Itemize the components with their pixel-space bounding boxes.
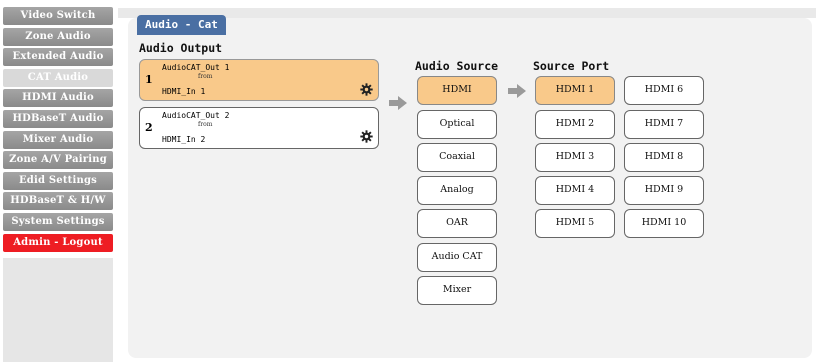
- sidebar-item-hdbaset-hw[interactable]: HDBaseT & H/W: [3, 192, 113, 211]
- sidebar-item-admin-logout[interactable]: Admin - Logout: [3, 233, 113, 252]
- port-hdmi-6[interactable]: HDMI 6: [624, 76, 704, 105]
- gear-icon[interactable]: [360, 130, 373, 143]
- arrow-right-icon: [389, 96, 407, 110]
- output-source: HDMI_In 1: [162, 87, 206, 96]
- sidebar-item-system-settings[interactable]: System Settings: [3, 212, 113, 231]
- port-hdmi-1[interactable]: HDMI 1: [535, 76, 615, 105]
- sidebar-background: [3, 258, 113, 362]
- port-hdmi-5[interactable]: HDMI 5: [535, 209, 615, 238]
- port-hdmi-7[interactable]: HDMI 7: [624, 110, 704, 139]
- sidebar-item-video-switch[interactable]: Video Switch: [3, 7, 113, 25]
- source-option-oar[interactable]: OAR: [417, 209, 497, 238]
- source-option-hdmi[interactable]: HDMI: [417, 76, 497, 105]
- sidebar-item-hdbaset-audio[interactable]: HDBaseT Audio: [3, 109, 113, 128]
- source-option-mixer[interactable]: Mixer: [417, 276, 497, 305]
- sidebar-nav: Video Switch Zone Audio Extended Audio C…: [3, 7, 113, 254]
- port-hdmi-9[interactable]: HDMI 9: [624, 176, 704, 205]
- audio-source-title: Audio Source: [415, 59, 499, 73]
- source-option-audio-cat[interactable]: Audio CAT: [417, 243, 497, 272]
- port-hdmi-8[interactable]: HDMI 8: [624, 143, 704, 172]
- arrow-right-icon: [508, 84, 526, 98]
- audio-output-title: Audio Output: [139, 41, 223, 55]
- sidebar-item-cat-audio[interactable]: CAT Audio: [3, 68, 113, 87]
- output-name: AudioCAT_Out 2: [162, 111, 230, 120]
- sidebar-item-extended-audio[interactable]: Extended Audio: [3, 48, 113, 67]
- audio-output-1[interactable]: 1 AudioCAT_Out 1 from HDMI_In 1: [139, 59, 379, 101]
- source-option-coaxial[interactable]: Coaxial: [417, 143, 497, 172]
- port-hdmi-2[interactable]: HDMI 2: [535, 110, 615, 139]
- output-name: AudioCAT_Out 1: [162, 63, 230, 72]
- output-source: HDMI_In 2: [162, 135, 206, 144]
- tab-audio-cat[interactable]: Audio - Cat: [137, 15, 226, 35]
- port-hdmi-10[interactable]: HDMI 10: [624, 209, 704, 238]
- output-number: 2: [145, 121, 153, 134]
- gear-icon[interactable]: [360, 83, 373, 96]
- output-from-label: from: [198, 121, 213, 128]
- source-port-title: Source Port: [533, 59, 610, 73]
- sidebar-item-mixer-audio[interactable]: Mixer Audio: [3, 130, 113, 149]
- sidebar-item-edid-settings[interactable]: Edid Settings: [3, 171, 113, 190]
- sidebar-item-zone-audio[interactable]: Zone Audio: [3, 27, 113, 46]
- sidebar-item-hdmi-audio[interactable]: HDMI Audio: [3, 89, 113, 108]
- source-option-optical[interactable]: Optical: [417, 110, 497, 139]
- output-from-label: from: [198, 73, 213, 80]
- audio-output-2[interactable]: 2 AudioCAT_Out 2 from HDMI_In 2: [139, 107, 379, 149]
- port-hdmi-3[interactable]: HDMI 3: [535, 143, 615, 172]
- sidebar-item-zone-av-pairing[interactable]: Zone A/V Pairing: [3, 151, 113, 170]
- output-number: 1: [145, 73, 153, 86]
- source-option-analog[interactable]: Analog: [417, 176, 497, 205]
- port-hdmi-4[interactable]: HDMI 4: [535, 176, 615, 205]
